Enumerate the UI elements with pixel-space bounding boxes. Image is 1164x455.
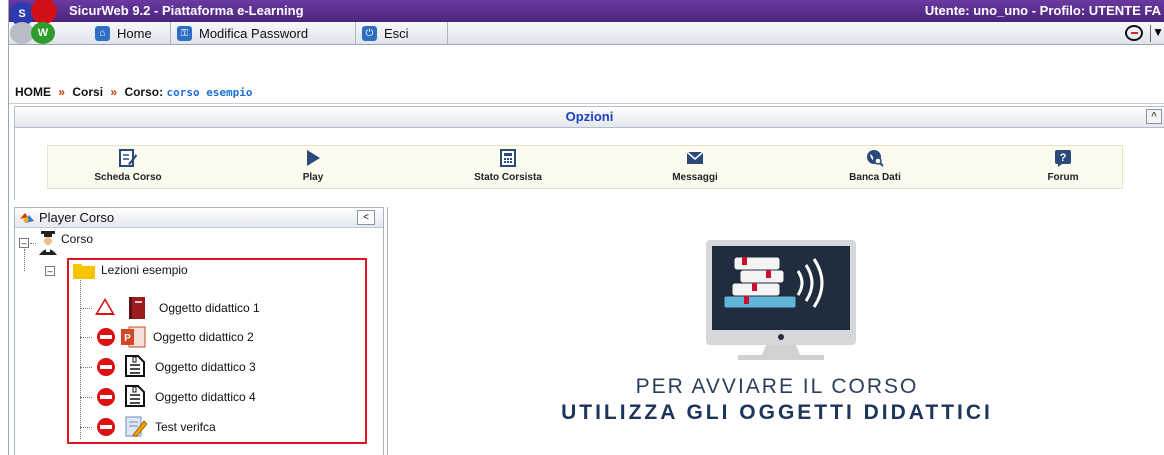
- start-instruction-line2: UTILIZZA GLI OGGETTI DIDATTICI: [561, 401, 993, 424]
- menu-change-password[interactable]: ⚿ Modifica Password: [171, 22, 356, 45]
- tree-collapse-folder[interactable]: –: [45, 266, 55, 276]
- graduate-icon: [39, 231, 57, 255]
- svg-text:?: ?: [1060, 152, 1067, 164]
- tool-scheda-corso[interactable]: Scheda Corso: [48, 146, 208, 190]
- breadcrumb-home[interactable]: HOME: [15, 85, 51, 99]
- menu-home[interactable]: ⌂ Home: [89, 22, 171, 45]
- sicurweb-logo: S W: [9, 0, 67, 44]
- app-window: SicurWeb 9.2 - Piattaforma e-Learning Ut…: [8, 0, 1164, 455]
- content-area: PER AVVIARE IL CORSO UTILIZZA GLI OGGETT…: [387, 207, 1164, 455]
- home-icon: ⌂: [95, 26, 110, 41]
- logo-w-circle: W: [31, 22, 55, 44]
- menu-logout-label: Esci: [384, 26, 409, 41]
- calculator-doc-icon: [500, 149, 516, 167]
- envelope-icon: [686, 151, 704, 164]
- app-title: SicurWeb 9.2 - Piattaforma e-Learning: [69, 3, 304, 18]
- start-instruction-line1: PER AVVIARE IL CORSO: [635, 375, 919, 398]
- title-bar: SicurWeb 9.2 - Piattaforma e-Learning Ut…: [9, 0, 1164, 22]
- breadcrumb-separator: »: [110, 85, 118, 99]
- tool-stato-corsista-label: Stato Corsista: [474, 172, 542, 183]
- course-tree: – Corso – Lezioni esempio Oggetto didatt…: [15, 229, 383, 455]
- tool-play[interactable]: Play: [233, 146, 393, 190]
- tool-messaggi[interactable]: Messaggi: [615, 146, 775, 190]
- collapse-player-button[interactable]: <: [357, 210, 375, 225]
- user-info: Utente: uno_uno - Profilo: UTENTE FA: [924, 3, 1161, 18]
- question-icon: ?: [1055, 150, 1071, 167]
- tree-collapse-root[interactable]: –: [19, 238, 29, 248]
- player-icon: [20, 213, 34, 223]
- player-header: Player Corso <: [15, 208, 383, 228]
- tool-forum[interactable]: ? Forum: [983, 146, 1143, 190]
- tool-stato-corsista[interactable]: Stato Corsista: [428, 146, 588, 190]
- tool-play-label: Play: [302, 172, 324, 183]
- tree-connector: [24, 249, 25, 271]
- tool-banca-dati-label: Banca Dati: [849, 172, 901, 183]
- options-header: Opzioni ^: [14, 106, 1164, 128]
- tool-separator: [1150, 25, 1151, 42]
- menu-change-password-label: Modifica Password: [199, 26, 309, 41]
- tool-forum-label: Forum: [1047, 172, 1079, 183]
- tool-scheda-corso-label: Scheda Corso: [94, 172, 162, 183]
- player-title: Player Corso: [39, 210, 115, 225]
- course-toolbar: Scheda Corso Play Stato Corsista Messagg…: [47, 145, 1123, 189]
- options-title: Opzioni: [565, 109, 614, 124]
- power-icon: ⏻: [362, 26, 377, 41]
- breadcrumb-corsi[interactable]: Corsi: [72, 85, 103, 99]
- breadcrumb-current: corso esempio: [166, 86, 253, 99]
- play-icon: [307, 150, 320, 166]
- options-panel: Scheda Corso Play Stato Corsista Messagg…: [14, 128, 1164, 200]
- breadcrumb: HOME » Corsi » Corso: corso esempio: [9, 80, 1164, 104]
- globe-search-icon: [867, 150, 884, 167]
- breadcrumb-separator: »: [58, 85, 66, 99]
- tree-connector: [30, 243, 36, 244]
- player-panel: Player Corso < – Corso – Lezioni esempio: [14, 207, 384, 455]
- collapse-options-button[interactable]: ^: [1146, 109, 1162, 124]
- breadcrumb-corso-label: Corso:: [124, 85, 164, 99]
- edit-doc-icon: [119, 149, 137, 167]
- menu-home-label: Home: [117, 26, 152, 41]
- menu-logout[interactable]: ⏻ Esci: [356, 22, 448, 45]
- chat-icon[interactable]: [1125, 25, 1143, 41]
- tool-banca-dati[interactable]: Banca Dati: [795, 146, 955, 190]
- menu-bar: ⌂ Home ⚿ Modifica Password ⏻ Esci ▼: [9, 22, 1164, 45]
- chevron-down-icon[interactable]: ▼: [1152, 25, 1164, 39]
- key-icon: ⚿: [177, 26, 192, 41]
- tool-messaggi-label: Messaggi: [672, 172, 718, 183]
- highlight-annotation: [67, 258, 367, 444]
- tree-root-label[interactable]: Corso: [61, 229, 93, 249]
- logo-red-circle: [31, 0, 57, 24]
